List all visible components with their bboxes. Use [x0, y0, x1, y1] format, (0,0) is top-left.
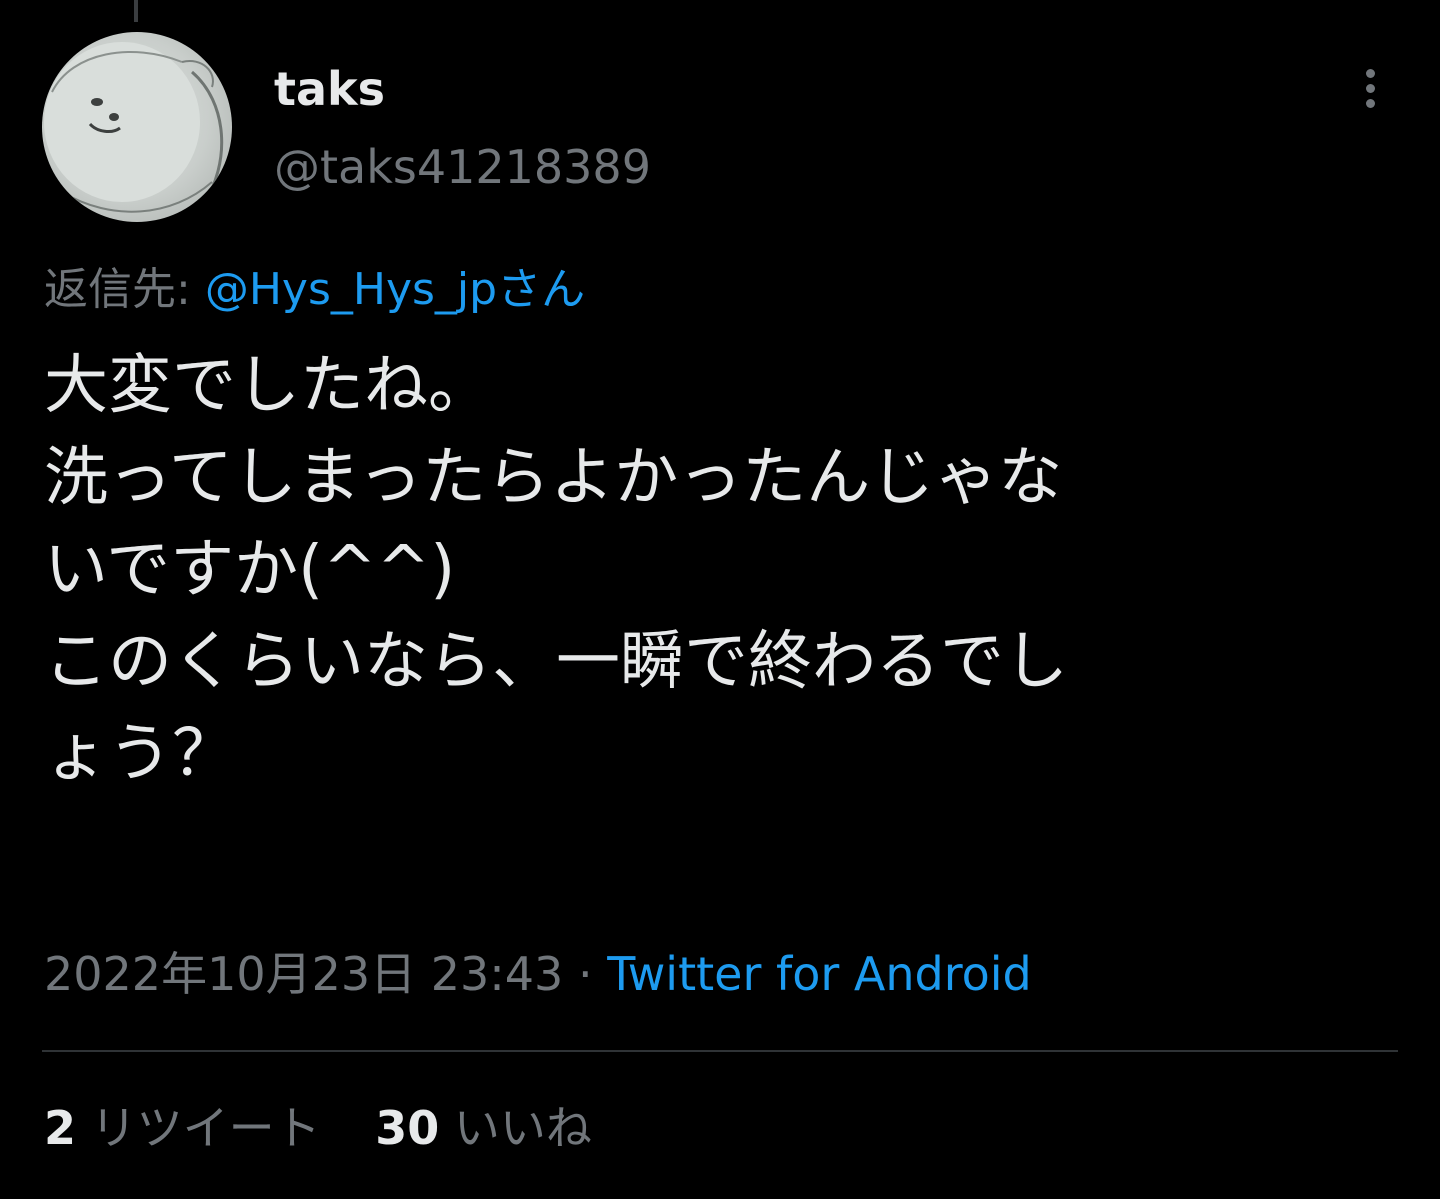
more-options-button[interactable]: [1350, 60, 1390, 116]
more-vertical-icon: [1365, 68, 1375, 78]
likes-stat[interactable]: 30 いいね: [375, 1100, 592, 1156]
likes-label: いいね: [453, 1101, 592, 1155]
display-name[interactable]: taks: [274, 62, 385, 116]
avatar-image: [44, 42, 224, 213]
tweet-text-line: ょう？: [44, 717, 236, 791]
retweets-label: リツイート: [90, 1101, 321, 1155]
thread-connector-line: [134, 0, 138, 22]
user-handle[interactable]: @taks41218389: [274, 140, 651, 194]
tweet-meta: 2022年10月23日 23:43 · Twitter for Android: [44, 946, 1032, 1002]
reply-context: 返信先: @Hys_Hys_jpさん: [44, 262, 585, 318]
divider: [42, 1050, 1398, 1052]
more-vertical-icon-dot: [1365, 98, 1375, 108]
source-link[interactable]: Twitter for Android: [607, 947, 1032, 1001]
avatar[interactable]: [42, 32, 232, 222]
timestamp[interactable]: 2022年10月23日 23:43: [44, 947, 563, 1001]
likes-count: 30: [375, 1101, 440, 1155]
retweets-stat[interactable]: 2 リツイート: [44, 1100, 321, 1156]
tweet-text-line: 洗ってしまったらよかったんじゃな: [44, 441, 1063, 515]
reply-mention-link[interactable]: @Hys_Hys_jpさん: [205, 264, 585, 315]
tweet-text-line: このくらいなら、一瞬で終わるでし: [44, 625, 1068, 699]
engagement-stats: 2 リツイート 30 いいね: [44, 1100, 632, 1156]
meta-separator: ·: [563, 947, 608, 1001]
more-vertical-icon-dot: [1365, 83, 1375, 93]
retweets-count: 2: [44, 1101, 77, 1155]
tweet-text-line: いですか(^^): [44, 533, 456, 607]
tweet-text-line: 大変でしたね。: [44, 349, 492, 423]
reply-prefix: 返信先:: [44, 264, 205, 315]
tweet-text: 大変でしたね。 洗ってしまったらよかったんじゃな いですか(^^) このくらいな…: [44, 340, 1384, 800]
